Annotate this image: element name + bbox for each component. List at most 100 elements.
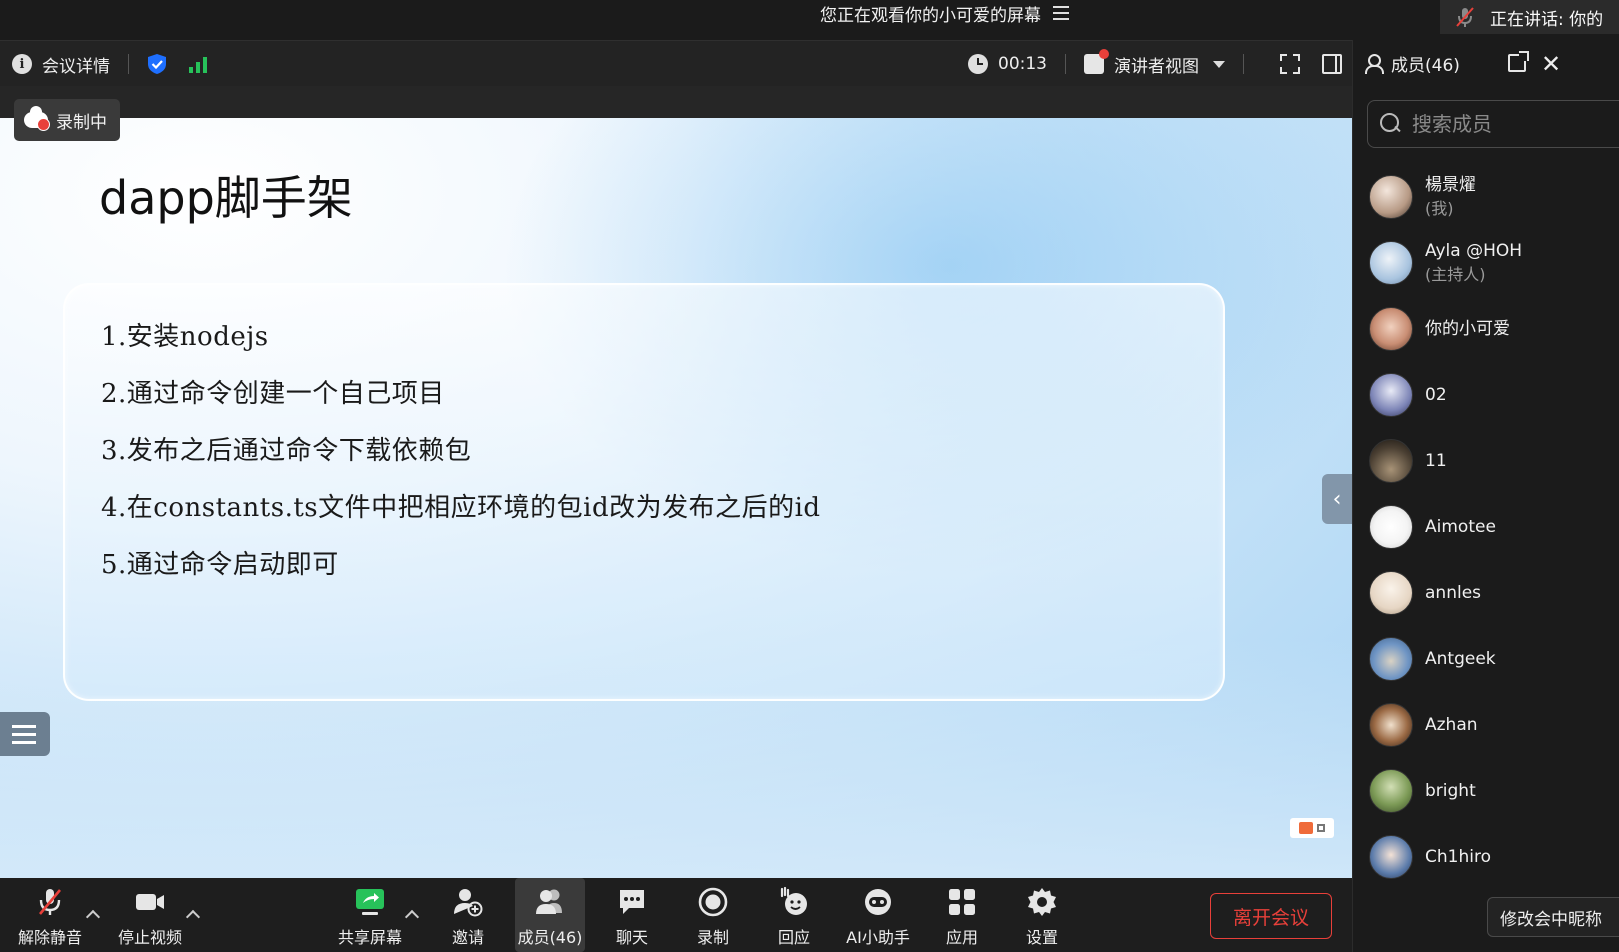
- mic-off-icon: [34, 886, 66, 918]
- list-item: 4.在constants.ts文件中把相应环境的包id改为发布之后的id: [101, 493, 821, 523]
- list-item: 5.通过命令启动即可: [101, 550, 339, 580]
- divider: [128, 54, 129, 74]
- chat-label: 聊天: [615, 928, 648, 947]
- avatar: [1369, 637, 1413, 681]
- member-name: Aimotee: [1425, 516, 1496, 537]
- popout-icon[interactable]: [1508, 51, 1529, 72]
- chat-button[interactable]: 聊天: [608, 878, 656, 952]
- stop-video-button[interactable]: 停止视频: [114, 878, 186, 952]
- list-item[interactable]: Aimotee: [1353, 494, 1619, 560]
- screen-share-indicator[interactable]: 您正在观看你的小可爱的屏幕: [820, 0, 1069, 26]
- members-button[interactable]: 成员(46): [515, 878, 585, 952]
- chevron-left-icon[interactable]: ‹: [1322, 474, 1352, 524]
- search-icon: [1380, 113, 1402, 135]
- list-item[interactable]: annles: [1353, 560, 1619, 626]
- list-item[interactable]: 02: [1353, 362, 1619, 428]
- input-method-icon: [1290, 818, 1334, 838]
- member-name: 你的小可爱: [1425, 318, 1510, 339]
- members-panel: 成员(46) ✕ 楊景燿 (我) Ayla @HOH (主持人) 你的小可爱 02 …: [1352, 40, 1619, 952]
- list-item[interactable]: Ayla @HOH (主持人): [1353, 230, 1619, 296]
- top-bar: 您正在观看你的小可爱的屏幕 正在讲话: 你的: [0, 0, 1619, 40]
- menu-icon[interactable]: [1053, 6, 1069, 20]
- member-name: 11: [1425, 450, 1447, 471]
- edit-nickname-button[interactable]: 修改会中昵称: [1487, 897, 1619, 937]
- slide-step-list: 1.安装nodejs 2.通过命令创建一个自己项目 3.发布之后通过命令下载依赖…: [101, 317, 821, 602]
- slide-content-card: 1.安装nodejs 2.通过命令创建一个自己项目 3.发布之后通过命令下载依赖…: [63, 283, 1225, 701]
- close-icon[interactable]: ✕: [1541, 50, 1561, 78]
- list-item[interactable]: Ch1hiro: [1353, 824, 1619, 890]
- avatar: [1369, 703, 1413, 747]
- list-item[interactable]: 楊景燿 (我): [1353, 164, 1619, 230]
- list-item: 3.发布之后通过命令下载依赖包: [101, 436, 472, 466]
- user-icon: [1363, 53, 1384, 74]
- member-role: (我): [1425, 199, 1454, 218]
- invite-button[interactable]: 邀请: [444, 878, 492, 952]
- bottom-control-bar: 解除静音 停止视频 共享屏幕 邀请 成员(46) 聊天 录制 回应 AI小助手 …: [0, 878, 1352, 952]
- list-item[interactable]: 11: [1353, 428, 1619, 494]
- avatar: [1369, 175, 1413, 219]
- member-search-box[interactable]: [1367, 100, 1619, 148]
- network-signal-icon[interactable]: [189, 55, 207, 73]
- react-button[interactable]: 回应: [770, 878, 818, 952]
- cloud-record-icon: [24, 106, 50, 131]
- avatar: [1369, 241, 1413, 285]
- member-name: 楊景燿: [1425, 175, 1476, 195]
- clock-icon: [968, 54, 988, 74]
- speaking-text: 正在讲话: 你的: [1490, 9, 1604, 30]
- shared-screen-slide: dapp脚手架 1.安装nodejs 2.通过命令创建一个自己项目 3.发布之后…: [0, 118, 1352, 878]
- settings-label: 设置: [1025, 928, 1058, 947]
- share-screen-label: 共享屏幕: [337, 928, 402, 947]
- shield-icon[interactable]: [147, 53, 167, 75]
- chevron-up-icon[interactable]: [404, 909, 420, 925]
- emoji-hand-icon: [778, 886, 810, 918]
- member-name: Azhan: [1425, 714, 1478, 735]
- invite-label: 邀请: [451, 928, 484, 947]
- apps-button[interactable]: 应用: [938, 878, 986, 952]
- list-item[interactable]: 你的小可爱: [1353, 296, 1619, 362]
- share-screen-icon: [354, 886, 386, 918]
- fullscreen-icon[interactable]: [1280, 54, 1300, 74]
- slide-title: dapp脚手架: [99, 171, 353, 225]
- settings-button[interactable]: 设置: [1018, 878, 1066, 952]
- apps-grid-icon: [946, 886, 978, 918]
- member-name: Antgeek: [1425, 648, 1496, 669]
- chevron-up-icon[interactable]: [185, 909, 201, 925]
- avatar: [1369, 307, 1413, 351]
- recording-label: 录制中: [56, 112, 107, 133]
- members-panel-title: 成员(46): [1391, 55, 1460, 76]
- ai-assistant-label: AI小助手: [846, 928, 910, 947]
- member-name: bright: [1425, 780, 1476, 801]
- list-item[interactable]: Azhan: [1353, 692, 1619, 758]
- chevron-down-icon[interactable]: [1213, 60, 1225, 68]
- list-item[interactable]: Antgeek: [1353, 626, 1619, 692]
- unmute-button[interactable]: 解除静音: [14, 878, 86, 952]
- avatar: [1369, 835, 1413, 879]
- outline-list-icon[interactable]: [0, 712, 50, 756]
- view-mode-selector[interactable]: 演讲者视图: [1114, 52, 1199, 77]
- member-role: (主持人): [1425, 265, 1486, 284]
- list-item: 1.安装nodejs: [101, 322, 269, 352]
- leave-meeting-button[interactable]: 离开会议: [1210, 893, 1332, 939]
- member-search-input[interactable]: [1412, 112, 1592, 136]
- active-speaker-box: 正在讲话: 你的: [1440, 0, 1619, 34]
- layout-panel-icon[interactable]: [1322, 54, 1342, 74]
- ai-assistant-button[interactable]: AI小助手: [838, 878, 918, 952]
- ai-robot-icon: [862, 886, 894, 918]
- viewing-text: 您正在观看你的小可爱的屏幕: [820, 5, 1041, 26]
- share-screen-button[interactable]: 共享屏幕: [334, 878, 406, 952]
- meeting-details-link[interactable]: 会议详情: [42, 52, 110, 77]
- info-icon[interactable]: i: [12, 54, 32, 74]
- recording-badge[interactable]: 录制中: [14, 99, 120, 141]
- member-name: 02: [1425, 384, 1447, 405]
- speaker-view-icon[interactable]: [1084, 49, 1109, 74]
- member-list: 楊景燿 (我) Ayla @HOH (主持人) 你的小可爱 02 11 Aimote…: [1353, 164, 1619, 890]
- members-label: 成员(46): [517, 928, 583, 947]
- avatar: [1369, 505, 1413, 549]
- chat-bubble-icon: [616, 886, 648, 918]
- chevron-up-icon[interactable]: [85, 909, 101, 925]
- record-button[interactable]: 录制: [689, 878, 737, 952]
- stage-top-strip: [0, 86, 1352, 118]
- list-item[interactable]: bright: [1353, 758, 1619, 824]
- avatar: [1369, 373, 1413, 417]
- list-item: 2.通过命令创建一个自己项目: [101, 379, 445, 409]
